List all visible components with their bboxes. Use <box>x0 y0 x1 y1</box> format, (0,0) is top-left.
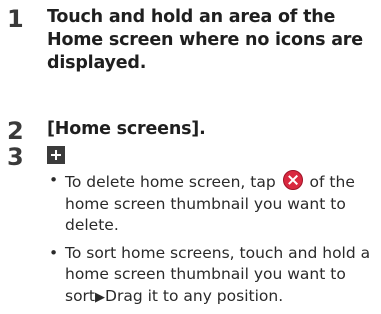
bullet-marker: • <box>49 171 59 189</box>
step-2-number: 2 <box>7 117 24 145</box>
bullet-list: • To delete home screen, tap of the home… <box>47 170 377 314</box>
delete-text-part1: To delete home screen, tap <box>65 173 276 191</box>
bullet-marker: • <box>49 243 59 262</box>
step-2-text: [Home screens]. <box>47 119 206 139</box>
step-3-number: 3 <box>7 143 24 171</box>
step-1-text: Touch and hold an area of the Home scree… <box>47 7 363 73</box>
bullet-sort-home-screens: • To sort home screens, touch and hold a… <box>47 243 377 309</box>
sort-text-part2: Drag it to any position. <box>105 286 284 305</box>
add-icon <box>47 146 65 164</box>
bullet-delete-home-screen: • To delete home screen, tap of the home… <box>47 170 377 237</box>
step-1-number: 1 <box>7 5 24 33</box>
arrow-right-icon: ▶ <box>95 289 106 305</box>
delete-icon <box>282 170 303 190</box>
